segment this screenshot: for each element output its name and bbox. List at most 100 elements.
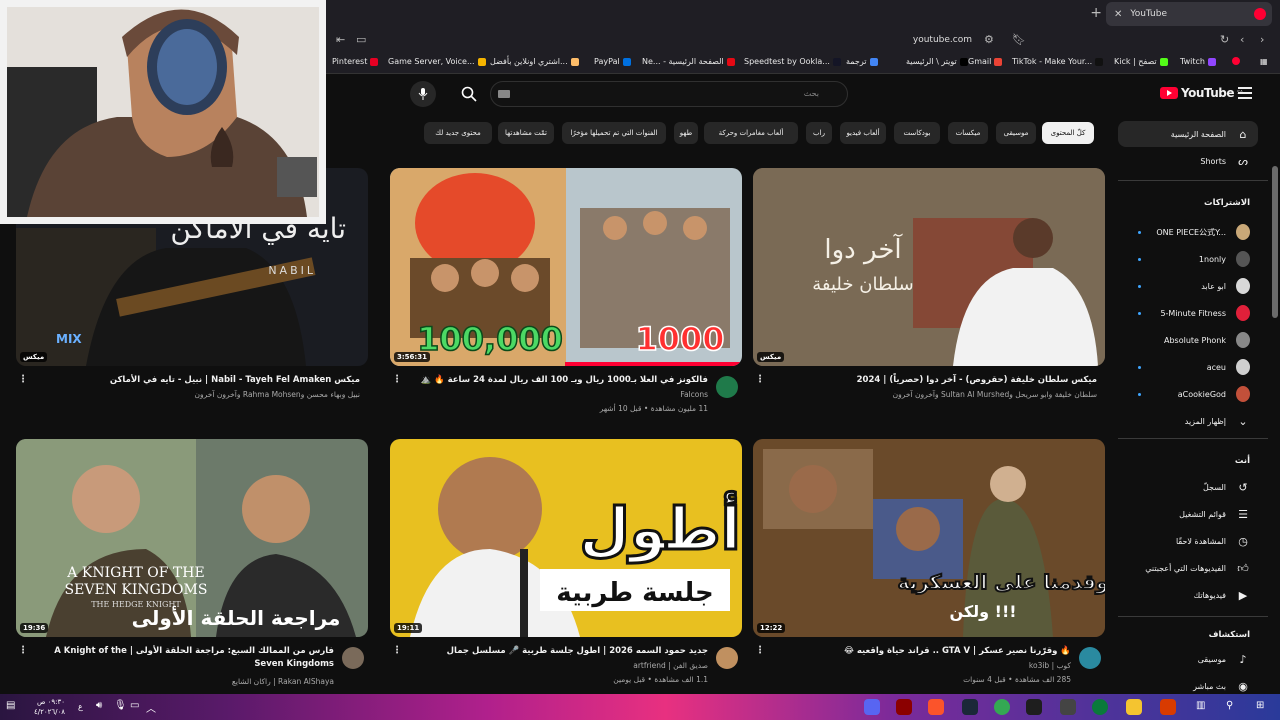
language-indicator[interactable]: ع <box>78 702 83 711</box>
terminal-app-icon[interactable] <box>1026 699 1042 715</box>
filter-chip[interactable]: بودكاست <box>894 122 940 144</box>
more-options-icon[interactable]: ⋮ <box>18 645 28 656</box>
bookmark-item[interactable]: اشتري اونلاين بأفضل... <box>490 57 579 66</box>
video-channel[interactable]: نبيل وبهاء محسن وRahma Mohsen وآخرون آخر… <box>195 390 360 399</box>
bookmark-item[interactable]: ترجمة <box>846 57 878 66</box>
sidebar-item[interactable]: إظهار المزيد ⌄ <box>1118 408 1258 434</box>
video-title[interactable]: جديد حمود السمه 2026 | اطول جلسة طربية 🎤… <box>410 645 708 658</box>
sidebar-item[interactable]: فيديوهاتك ▶ <box>1118 582 1258 608</box>
reload-icon[interactable]: ↻ <box>1220 33 1229 46</box>
more-options-icon[interactable]: ⋮ <box>392 645 402 656</box>
tab-close-icon[interactable]: ✕ <box>1114 9 1122 20</box>
video-thumbnail[interactable]: وقدمنا على العسكرية ولكن !!! 12:22 <box>753 439 1105 637</box>
video-card[interactable]: أطول جلسة طربية 19:11 جديد حمود السمه 2026 … <box>390 439 742 694</box>
video-thumbnail[interactable]: 100,000 1000 3:56:31 <box>390 168 742 366</box>
bookmark-item[interactable]: تويتر \ الرئيسية <box>906 57 968 66</box>
video-thumbnail[interactable]: أطول جلسة طربية 19:11 <box>390 439 742 637</box>
video-title[interactable]: فالكونز في العلا بـ1000 ريال وبـ 100 الف… <box>410 374 709 387</box>
taskbar-search-icon[interactable]: ⚲ <box>1226 700 1233 711</box>
video-card[interactable]: A KNIGHT OF THE SEVEN KINGDOMS THE HEDGE K… <box>16 439 368 694</box>
discord-app-icon[interactable] <box>864 699 880 715</box>
sidebar-item[interactable]: الصفحة الرئيسية ⌂ <box>1118 121 1258 147</box>
steam-app-icon[interactable] <box>962 699 978 715</box>
store-app-icon[interactable] <box>1160 699 1176 715</box>
bookmark-item[interactable]: Kick | تصفح <box>1114 57 1168 66</box>
task-view-icon[interactable]: ▥ <box>1196 700 1205 711</box>
video-card[interactable]: 100,000 1000 3:56:31 فالكونز في العلا بـ100… <box>390 168 742 428</box>
new-tab-button[interactable]: + <box>1090 5 1102 21</box>
sidebar-item[interactable]: السجلّ ↺ <box>1118 474 1258 500</box>
more-options-icon[interactable]: ⋮ <box>18 374 28 385</box>
file-explorer-icon[interactable] <box>1126 699 1142 715</box>
sidebar-item[interactable]: موسيقى ♪ <box>1118 646 1258 672</box>
sidebar-item[interactable]: Absolute Phonk <box>1118 327 1258 353</box>
more-options-icon[interactable]: ⋮ <box>755 374 765 385</box>
tray-chevron-icon[interactable]: ︿ <box>146 700 156 715</box>
brave-app-icon[interactable] <box>928 699 944 715</box>
bookmark-item[interactable]: Pinterest <box>332 57 379 66</box>
network-icon[interactable]: ▭ <box>130 700 139 711</box>
filter-chip[interactable]: الفنوات التي تم تحميلها مؤخرًا <box>562 122 666 144</box>
bookmark-item[interactable]: Gmail <box>968 57 1003 66</box>
sidebar-item[interactable]: Shorts ᔕ <box>1118 148 1258 174</box>
back-icon[interactable]: ‹ <box>1240 33 1244 46</box>
menu-icon[interactable] <box>1238 87 1252 99</box>
youtube-logo[interactable]: YouTube SA <box>1160 86 1243 100</box>
bookmark-item[interactable]: Speedtest by Ookla... <box>744 57 841 66</box>
bookmark-icon[interactable]: 🔖︎ <box>1012 33 1026 46</box>
video-channel[interactable]: كوب | ko3ib <box>1029 661 1071 670</box>
voice-search-button[interactable] <box>410 81 436 107</box>
app-icon-gray[interactable] <box>1060 699 1076 715</box>
channel-avatar[interactable] <box>716 376 738 398</box>
scrollbar[interactable] <box>1272 166 1278 318</box>
forward-icon[interactable]: › <box>1260 33 1264 46</box>
filter-chip[interactable]: ألعاب فيديو <box>840 122 886 144</box>
filter-chip[interactable]: موسيقى <box>996 122 1036 144</box>
video-thumbnail[interactable]: آخر دوا سلطان خليفة ميكس <box>753 168 1105 366</box>
sidebar-item[interactable]: الفيديوهات التي أعجبتني 👍︎ <box>1118 555 1258 581</box>
taskbar-clock[interactable]: ٠٩:٣٠ ص ٤/٢٠٢٦/٠٨ <box>34 697 65 717</box>
apps-grid-icon[interactable]: ▦ <box>1260 57 1268 66</box>
channel-avatar[interactable] <box>716 647 738 669</box>
search-input[interactable]: بحث <box>490 81 848 107</box>
bookmark-item[interactable]: TikTok - Make Your... <box>1012 57 1104 66</box>
video-title[interactable]: ميكس Nabil - Tayeh Fel Amaken | نبيل - ت… <box>36 374 360 387</box>
filter-chip[interactable]: تمّت مشاهدتها <box>498 122 554 144</box>
filter-chip[interactable]: ميكسات <box>948 122 988 144</box>
filter-chip[interactable]: طهو <box>674 122 698 144</box>
filter-chip[interactable]: راب <box>806 122 832 144</box>
filter-chip[interactable]: ألعاب مغامرات وحركة <box>704 122 798 144</box>
mic-tray-icon[interactable]: 🎙︎ <box>114 700 127 711</box>
browser-tab-youtube[interactable]: ✕ YouTube <box>1106 2 1272 26</box>
sidebar-item[interactable]: المشاهدة لاحقًا ◷ <box>1118 528 1258 554</box>
filter-chip[interactable]: محتوى جديد لك <box>424 122 492 144</box>
site-settings-icon[interactable]: ⚙ <box>984 33 994 46</box>
video-channel[interactable]: صديق الفن | artfriend <box>633 661 708 670</box>
search-button[interactable] <box>452 81 486 107</box>
video-title[interactable]: 🔥 وقرّرنا نصير عسكر | GTA V .. قراند حيا… <box>773 645 1071 658</box>
xbox-app-icon[interactable] <box>1092 699 1108 715</box>
video-card[interactable]: وقدمنا على العسكرية ولكن !!! 12:22 🔥 وقرّرن… <box>753 439 1105 694</box>
windows-start-icon[interactable]: ⊞ <box>1256 700 1264 711</box>
video-channel[interactable]: Falcons <box>680 390 708 399</box>
subscriptions-heading[interactable]: الاشتراكات <box>1204 198 1250 208</box>
video-thumbnail[interactable]: A KNIGHT OF THE SEVEN KINGDOMS THE HEDGE K… <box>16 439 368 637</box>
filter-chip[interactable]: كلّ المحتوى <box>1042 122 1094 144</box>
channel-avatar[interactable] <box>1079 647 1101 669</box>
keyboard-icon[interactable] <box>498 90 510 98</box>
bookmark-item[interactable]: Ne... - الصفحة الرئيسية <box>642 57 735 66</box>
sidebar-item[interactable]: قوائم التشغيل ☰ <box>1118 501 1258 527</box>
sidebar-item[interactable]: بث مباشر ◉ <box>1118 673 1258 694</box>
video-title[interactable]: فارس من الممالك السبع: مراجعة الحلقة الأ… <box>36 645 334 671</box>
volume-icon[interactable]: 🔊︎ <box>96 700 102 711</box>
extension-icon[interactable] <box>1232 57 1240 65</box>
more-options-icon[interactable]: ⋮ <box>392 374 402 385</box>
video-channel[interactable]: Rakan AlShaya | راكان الشايع <box>232 677 334 686</box>
video-channel[interactable]: سلطان خليفة وابو سريحل وSultan Al Murshe… <box>893 390 1097 399</box>
chrome-app-icon[interactable] <box>994 699 1010 715</box>
bookmark-item[interactable]: Twitch <box>1180 57 1216 66</box>
video-title[interactable]: ميكس سلطان خليفة (حقروص) - آخر دوا (حصري… <box>773 374 1097 387</box>
url-field[interactable]: youtube.com <box>330 30 1030 50</box>
bookmark-item[interactable]: PayPal <box>594 57 631 66</box>
more-options-icon[interactable]: ⋮ <box>755 645 765 656</box>
